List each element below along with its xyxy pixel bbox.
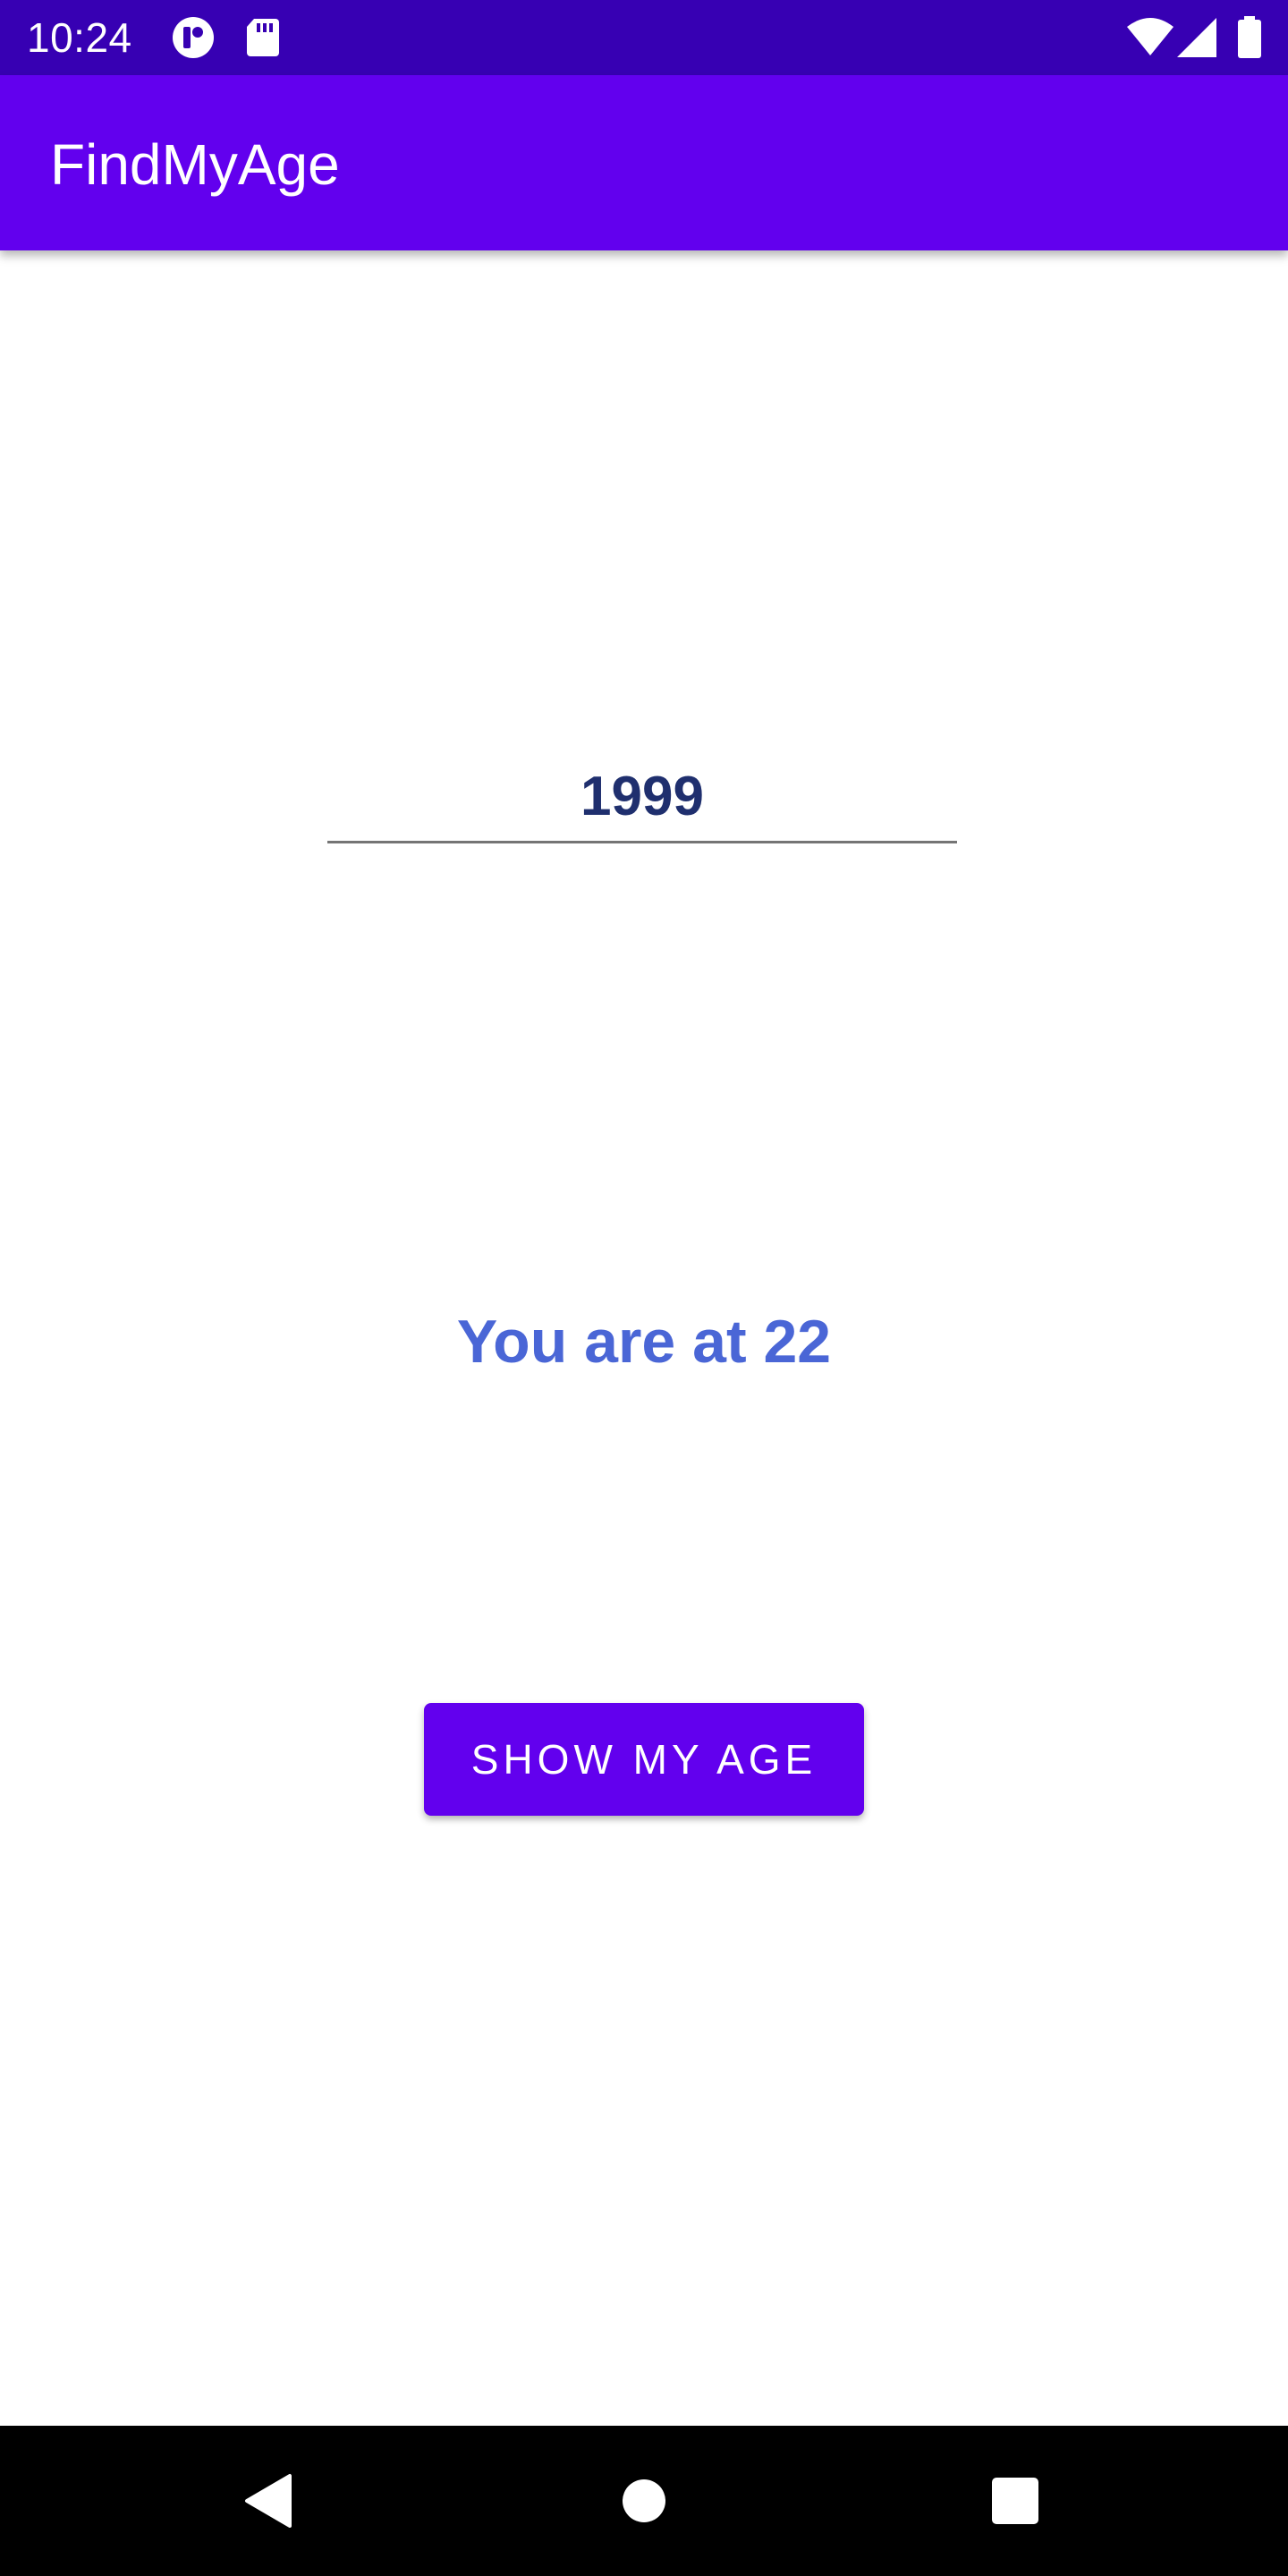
- year-field[interactable]: [327, 751, 957, 846]
- sd-card-icon: [245, 16, 281, 59]
- input-underline: [327, 841, 957, 843]
- wifi-icon: [1125, 16, 1175, 59]
- status-time: 10:24: [27, 14, 132, 61]
- home-icon[interactable]: [608, 2465, 680, 2537]
- age-result-text: You are at 22: [456, 1308, 832, 1376]
- year-input[interactable]: [327, 751, 957, 841]
- screen: 10:24 FindMyAge 1999 You are at 22 SHOW …: [0, 0, 1288, 2576]
- app-title: FindMyAge: [50, 132, 340, 197]
- show-my-age-button[interactable]: SHOW MY AGE: [424, 1703, 864, 1816]
- signal-icon: [1175, 16, 1218, 59]
- back-icon[interactable]: [234, 2465, 306, 2537]
- recents-icon[interactable]: [979, 2465, 1051, 2537]
- navigation-bar: [0, 2426, 1288, 2576]
- battery-icon: [1236, 16, 1263, 59]
- status-bar: 10:24: [0, 0, 1288, 75]
- notification-icon: [170, 16, 216, 59]
- app-bar: FindMyAge: [0, 75, 1288, 250]
